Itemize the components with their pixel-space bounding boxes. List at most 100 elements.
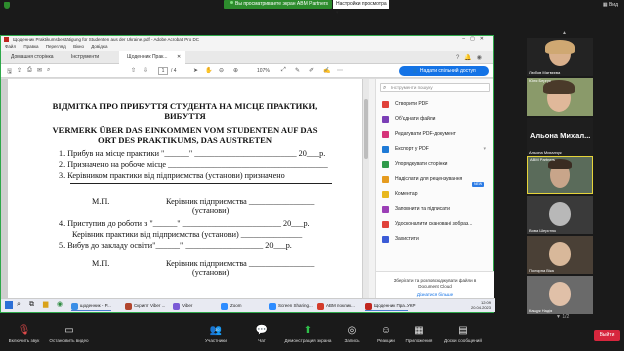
page-number-input[interactable]: 1 [158, 67, 168, 75]
taskbar-item-6[interactable]: ABM поклик... [317, 301, 355, 311]
mail-icon[interactable]: ✉ [37, 67, 42, 74]
tool-create-pdf[interactable]: Створити PDF [382, 97, 490, 111]
share-button[interactable]: 👤 Надати спільний доступ [399, 66, 489, 76]
participant-tile-2[interactable]: Юля Бергук [527, 78, 593, 116]
acrobat-window-title: Щоденник Praktikumsbestätigung für Stude… [13, 37, 200, 42]
tool-edit-pdf[interactable]: Редагувати PDF-документ [382, 127, 490, 141]
highlight-icon[interactable]: ✐ [309, 67, 314, 74]
chat-button[interactable]: 💬 Чат [252, 324, 272, 344]
scroll-down-icon[interactable]: ▼ 1/2 [556, 314, 569, 320]
header-icons[interactable]: ?🔔◉ [456, 54, 487, 61]
search-taskbar-icon[interactable]: ⌕ [17, 300, 21, 310]
tab-tools[interactable]: Інструменти [63, 51, 107, 64]
save-icon[interactable]: 🖫 [7, 67, 12, 77]
find-icon[interactable]: ⌕ [47, 67, 50, 74]
participant-tile-6[interactable]: Полярна Віка [527, 236, 593, 274]
view-options-button[interactable]: Настройки просмотра ▾ [333, 0, 389, 16]
participant-tile-1[interactable]: Любов Матвєєва [527, 38, 593, 76]
hand-tool-icon[interactable]: ✋ [205, 67, 212, 74]
zoom-in-icon[interactable]: ⊕ [233, 67, 238, 74]
participant-name: Вова Шерстюк [529, 228, 557, 233]
tools-panel: ⌕ Інструменти пошуку Створити PDF Об'єдна… [375, 79, 494, 307]
participants-label: Участники [205, 338, 227, 343]
file-explorer-icon[interactable]: ▆ [43, 300, 48, 310]
signer-2: Керівник підприємства ________________ [166, 259, 315, 268]
zoom-level[interactable]: 107% [257, 67, 273, 75]
tool-combine-files[interactable]: Об'єднати файли [382, 112, 490, 126]
tool-enhance-scans[interactable]: Удосконалити скановані зобраз... [382, 217, 490, 231]
participant-name: Полярна Віка [529, 268, 554, 273]
apps-button[interactable]: ▦ Приложения [402, 324, 436, 344]
item-1: 1. Прибув на місце практики "______" ___… [59, 149, 326, 158]
view-button[interactable]: ▦ Вид [603, 2, 618, 8]
keyboard-language[interactable]: УКР [407, 303, 415, 308]
taskbar-item-1[interactable]: щоденник - P... [71, 301, 111, 311]
stop-video-button[interactable]: ▭ Остановить видео [44, 324, 94, 344]
windows-start-icon[interactable] [5, 301, 13, 309]
tool-fill-sign[interactable]: Заповнити та підписати [382, 202, 490, 216]
tool-label: Упорядкувати сторінки [395, 161, 448, 167]
participant-tile-3[interactable]: Альона Михал... Альона Михалчук [527, 118, 593, 156]
leave-button[interactable]: Выйти [594, 330, 620, 341]
scroll-up-icon[interactable]: ▲ [562, 30, 567, 36]
whiteboards-button[interactable]: ▤ Доски сообщений [438, 324, 488, 344]
participant-name: Альона Михалчук [529, 150, 562, 155]
tool-export-pdf[interactable]: Експорт у PDF ▾ [382, 142, 490, 156]
scroll-thumb[interactable] [364, 99, 368, 159]
record-button[interactable]: ◎ Запись [340, 324, 364, 344]
taskbar-item-7[interactable]: Щоденник Пра... [365, 301, 409, 311]
signer-1: Керівник підприємства ________________ [166, 197, 315, 206]
select-cursor-icon[interactable]: ➤ [193, 67, 198, 74]
share-screen-icon: ⬆ [303, 325, 313, 336]
taskbar-item-5[interactable]: Screen Sharing... [269, 301, 313, 311]
document-view[interactable]: ВІДМІТКА ПРО ПРИБУТТЯ СТУДЕНТА НА МІСЦЕ … [1, 79, 369, 307]
menu-view[interactable]: Перегляд [46, 44, 66, 49]
participant-tile-4-active-speaker[interactable]: ABM Partners [527, 156, 593, 194]
participant-tile-5[interactable]: Вова Шерстюк [527, 196, 593, 234]
menu-edit[interactable]: Правка [23, 44, 38, 49]
tool-protect[interactable]: Захистити [382, 232, 490, 246]
menu-file[interactable]: Файл [5, 44, 16, 49]
tool-label: Експорт у PDF [395, 146, 429, 152]
tool-label: Редагувати PDF-документ [395, 131, 456, 137]
tab-home[interactable]: Домашня сторінка [3, 51, 62, 64]
task-view-icon[interactable]: ⧉ [29, 300, 34, 310]
security-shield-icon[interactable] [4, 2, 10, 9]
menu-help[interactable]: Довідка [91, 44, 107, 49]
unmute-label: Включить звук [8, 338, 40, 343]
taskbar-item-4[interactable]: Zoom [221, 301, 242, 311]
tool-organize-pages[interactable]: Упорядкувати сторінки [382, 157, 490, 171]
unmute-button[interactable]: 🎙 Включить звук [6, 324, 42, 344]
system-clock[interactable]: 12:09 20.04.2023 [471, 300, 491, 310]
chevron-down-icon[interactable]: ▾ [483, 142, 486, 156]
tab-document[interactable]: Щоденник Прак... [119, 51, 185, 64]
participant-name: Кащук Надія [529, 308, 553, 313]
sign-icon[interactable]: ✍ [323, 67, 330, 74]
reactions-button[interactable]: ☺ Реакции [372, 324, 400, 344]
more-tools-icon[interactable]: ⋯ [337, 67, 343, 74]
fit-page-icon[interactable]: ⤢ [281, 67, 286, 74]
participant-tile-7[interactable]: Кащук Надія [527, 276, 593, 314]
learn-more-link[interactable]: Дізнатися більше [376, 292, 494, 297]
enhance-scans-icon [382, 221, 389, 228]
page-down-icon[interactable]: ⇩ [143, 67, 148, 74]
chrome-icon[interactable]: ◉ [57, 300, 63, 310]
tools-search-input[interactable]: ⌕ Інструменти пошуку [380, 83, 490, 92]
zoom-controls-bar: 🎙 Включить звук ▭ Остановить видео 👥 30 Учас… [0, 321, 624, 351]
participants-button[interactable]: 👥 30 Участники [198, 324, 234, 344]
print-icon[interactable]: ⎙ [27, 67, 32, 74]
window-controls[interactable]: –▢✕ [462, 36, 489, 43]
taskbar-item-3[interactable]: Viber [173, 301, 192, 311]
share-screen-button[interactable]: ⬆ Демонстрация экрана [280, 324, 336, 344]
tab-close-icon[interactable]: ✕ [177, 51, 181, 64]
upload-icon[interactable]: ⇪ [17, 67, 22, 74]
zoom-out-icon[interactable]: ⊖ [219, 67, 224, 74]
tool-label: Об'єднати файли [395, 116, 436, 122]
participant-name: Юля Бергук [529, 78, 551, 83]
whiteboards-label: Доски сообщений [444, 338, 482, 343]
taskbar-label: Zoom [230, 303, 242, 308]
taskbar-item-2[interactable]: Скрипт Viber ... [125, 301, 165, 311]
page-up-icon[interactable]: ⇧ [131, 67, 136, 74]
menu-window[interactable]: Вікно [73, 44, 84, 49]
comment-icon[interactable]: ✎ [295, 67, 300, 74]
